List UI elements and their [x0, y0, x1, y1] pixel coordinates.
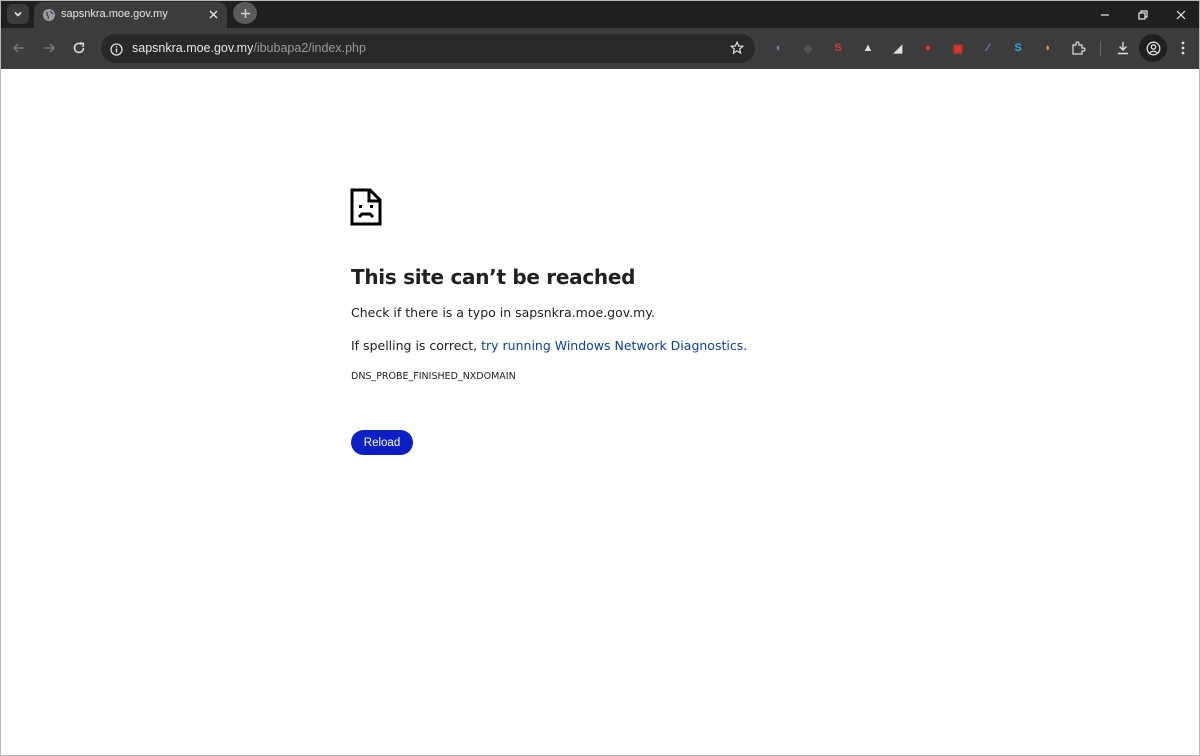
extension-6-icon[interactable]: ● [920, 40, 936, 56]
extension-4-icon[interactable]: ▲ [860, 40, 876, 56]
tab-close-button[interactable] [206, 7, 220, 21]
close-icon [209, 10, 217, 18]
back-button[interactable] [9, 38, 29, 58]
tab-search-button[interactable] [7, 4, 29, 24]
extension-10-icon[interactable]: ◗ [1040, 40, 1056, 56]
plus-icon [240, 8, 250, 18]
reload-browser-button[interactable] [69, 38, 89, 58]
extensions-menu-button[interactable] [1070, 40, 1086, 56]
download-icon [1118, 42, 1128, 55]
diagnostics-suffix: . [743, 338, 748, 353]
bookmark-button[interactable] [729, 40, 745, 56]
restore-button[interactable] [1125, 1, 1161, 28]
tab-title: sapsnkra.moe.gov.my [61, 8, 168, 20]
network-diagnostics-link[interactable]: try running Windows Network Diagnostics [481, 338, 743, 353]
error-code: DNS_PROBE_FINISHED_NXDOMAIN [351, 371, 516, 382]
extension-5-icon[interactable]: ◢ [890, 40, 906, 56]
browser-toolbar: sapsnkra.moe.gov.my/ibubapa2/index.php ◐… [1, 28, 1199, 69]
url-host: sapsnkra.moe.gov.my [132, 41, 254, 55]
error-page: This site can’t be reached Check if ther… [1, 69, 1199, 755]
extension-3-icon[interactable]: S [830, 40, 846, 56]
diagnostics-hint: If spelling is correct, try running Wind… [351, 338, 747, 353]
avatar-icon [1146, 41, 1160, 55]
minimize-icon [1101, 13, 1109, 16]
new-tab-button[interactable] [233, 2, 257, 24]
close-icon [1176, 10, 1186, 19]
extension-1-icon[interactable]: ◐ [771, 40, 787, 56]
window-close-button[interactable] [1163, 1, 1199, 28]
reload-button[interactable]: Reload [351, 430, 413, 455]
extension-9-icon[interactable]: S [1010, 40, 1026, 56]
extension-8-icon[interactable]: ∕ [980, 40, 996, 56]
extension-2-icon[interactable]: ◆ [800, 40, 816, 56]
arrow-left-icon [12, 43, 24, 53]
menu-button[interactable] [1175, 40, 1191, 56]
chevron-down-icon [14, 11, 22, 17]
browser-window: sapsnkra.moe.gov.my sapsnkra.moe.gov.my/… [0, 0, 1200, 756]
typo-hint: Check if there is a typo in sapsnkra.moe… [351, 305, 655, 320]
sad-page-icon [350, 188, 382, 226]
toolbar-divider [1100, 41, 1101, 56]
extension-7-icon[interactable]: ▣ [950, 40, 966, 56]
site-info-button[interactable] [108, 41, 124, 57]
profile-button[interactable] [1139, 34, 1167, 62]
info-icon [109, 42, 123, 56]
globe-icon [43, 9, 55, 21]
minimize-button[interactable] [1087, 1, 1123, 28]
tab-active[interactable]: sapsnkra.moe.gov.my [34, 2, 227, 28]
kebab-menu-icon [1181, 41, 1185, 55]
puzzle-icon [1071, 40, 1086, 55]
url-path: /ibubapa2/index.php [253, 41, 366, 55]
downloads-button[interactable] [1115, 40, 1131, 56]
arrow-right-icon [44, 43, 56, 53]
forward-button[interactable] [39, 38, 59, 58]
refresh-icon [73, 42, 85, 54]
restore-icon [1138, 9, 1148, 20]
star-icon [730, 41, 744, 55]
url-text: sapsnkra.moe.gov.my/ibubapa2/index.php [132, 41, 366, 55]
error-heading: This site can’t be reached [351, 265, 636, 289]
address-bar[interactable]: sapsnkra.moe.gov.my/ibubapa2/index.php [101, 34, 755, 63]
tab-strip: sapsnkra.moe.gov.my [1, 1, 1199, 28]
diagnostics-prefix: If spelling is correct, [351, 338, 482, 353]
